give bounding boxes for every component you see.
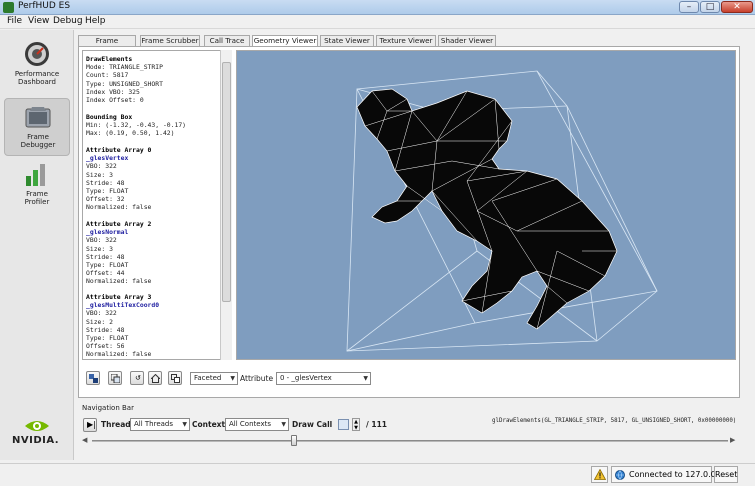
chevron-down-icon: ▼ [281,421,286,428]
select-mode-button[interactable] [86,371,100,385]
navigation-bar-title: Navigation Bar [82,404,134,412]
attribute-array-0-section: Attribute Array 0 _glesVertex VBO: 322 Size… [86,146,152,212]
reset-icon: ↺ [135,374,141,382]
reset-button[interactable]: Reset [714,466,738,483]
thread-label: Thread [101,420,131,429]
nvidia-eye-icon [25,421,49,431]
attribute-value: 0 - _glesVertex [280,374,332,382]
geometry-viewport[interactable] [236,50,736,360]
navigation-bar: Navigation Bar ▶| Thread All Threads ▼ Co… [78,400,740,456]
sidebar-label-frame-debugger: Frame Debugger [20,133,56,149]
nvidia-logo-text: NVIDIA. [12,435,60,446]
maximize-button[interactable]: □ [700,1,720,13]
sidebar-label-frame-profiler: Frame Profiler [24,190,50,206]
title-bar: PerfHUD ES – □ ✕ [0,0,755,15]
chevron-down-icon: ▼ [363,375,368,382]
spin-down-icon[interactable]: ▼ [353,425,359,431]
context-select[interactable]: All Contexts ▼ [225,418,289,431]
minimize-button[interactable]: – [679,1,699,13]
copy-view-button[interactable] [108,371,122,385]
wireframe-model [346,70,658,352]
info-scrollbar-thumb[interactable] [222,62,231,302]
app-icon [3,2,14,13]
fit-icon [171,374,180,383]
draw-call-spinner[interactable]: ▲ ▼ [352,418,360,431]
menu-file[interactable]: File [7,16,22,26]
menu-view[interactable]: View [28,16,49,26]
context-value: All Contexts [229,420,271,428]
sidebar-label-performance-dashboard: Performance Dashboard [14,70,60,86]
thread-select[interactable]: All Threads ▼ [130,418,190,431]
warning-icon [594,469,606,480]
attribute-label: Attribute [240,374,274,383]
frame-profiler-icon [26,164,45,186]
fit-view-button[interactable] [168,371,182,385]
slider-right-arrow-icon[interactable]: ▶ [730,436,735,444]
globe-icon [615,470,625,480]
chevron-down-icon: ▼ [230,375,235,382]
sidebar-item-frame-profiler[interactable]: Frame Profiler [4,156,70,214]
menu-help[interactable]: Help [85,16,106,26]
current-call-text: glDrawElements(GL_TRIANGLE_STRIP, 5817, … [492,418,737,424]
attribute-array-2-section: Attribute Array 2 _glesNormal VBO: 322 Size… [86,220,152,286]
thread-value: All Threads [134,420,174,428]
frame-debugger-icon [25,107,51,128]
info-scrollbar[interactable] [220,50,232,360]
geometry-info-panel: DrawElements Mode: TRIANGLE_STRIP Count: 5… [82,50,232,360]
performance-dashboard-icon [25,42,49,66]
window-title: PerfHUD ES [18,1,71,11]
home-icon [151,374,160,383]
draw-call-total: / 111 [366,420,388,429]
attribute-select[interactable]: 0 - _glesVertex ▼ [276,372,371,385]
step-icon: ▶| [87,420,96,429]
sidebar-item-performance-dashboard[interactable]: Performance Dashboard [4,36,70,94]
slider-left-arrow-icon[interactable]: ◀ [82,436,87,444]
context-label: Context [192,420,226,429]
home-view-button[interactable] [148,371,162,385]
chevron-down-icon: ▼ [182,421,187,428]
character-mesh [356,88,618,330]
connection-status-text: Connected to 127.0.0.1 [629,470,724,479]
copy-icon [111,374,120,383]
render-mode-value: Faceted [194,374,222,382]
draw-elements-section: DrawElements Mode: TRIANGLE_STRIP Count: 5… [86,55,163,105]
sidebar: Performance Dashboard Frame Debugger Fra… [0,30,74,460]
menu-debug[interactable]: Debug [53,16,83,26]
menu-bar: File View Debug Help [0,15,755,29]
attribute-array-3-section: Attribute Array 3 _glesMultiTexCoord0 VBO:… [86,293,160,359]
select-icon [89,374,98,383]
sidebar-item-frame-debugger[interactable]: Frame Debugger [4,98,70,156]
connection-status: Connected to 127.0.0.1 [611,466,723,483]
draw-call-input[interactable] [338,419,349,430]
draw-call-slider[interactable] [92,440,728,442]
bounding-box-section: Bounding Box Min: (-1.32, -0.43, -0.17) Ma… [86,113,187,138]
draw-call-label: Draw Call [292,420,333,429]
reset-view-button[interactable]: ↺ [130,371,144,385]
step-button[interactable]: ▶| [83,418,97,432]
close-button[interactable]: ✕ [721,1,753,13]
status-bar: Connected to 127.0.0.1 Reset [0,463,755,486]
render-mode-select[interactable]: Faceted ▼ [190,372,238,385]
draw-call-slider-thumb[interactable] [291,435,297,446]
nvidia-logo: NVIDIA. [10,418,66,448]
warning-button[interactable] [591,466,608,483]
